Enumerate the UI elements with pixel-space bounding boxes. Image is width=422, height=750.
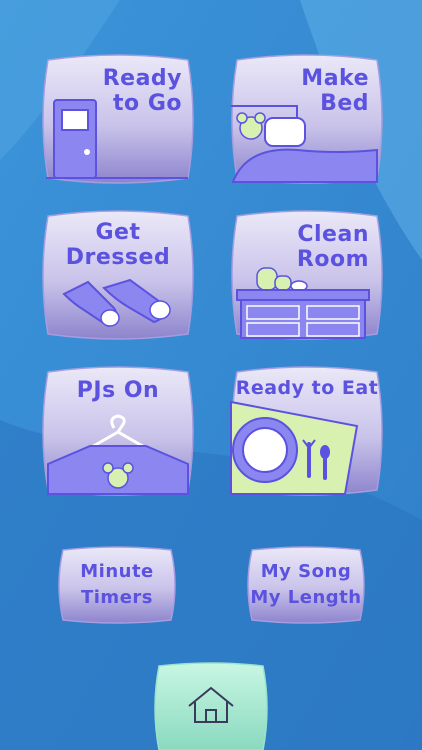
tile-ready-to-go-label: Ready to Go — [103, 66, 182, 117]
tile-pjs-on-label: PJs On — [38, 378, 198, 403]
tile-ready-to-eat-label: Ready to Eat — [227, 377, 387, 400]
label-line: My Song — [260, 561, 352, 582]
label-line: Clean — [297, 222, 369, 247]
minute-timers-label: Minute Timers — [55, 559, 179, 611]
tile-make-bed[interactable]: Make Bed — [227, 54, 387, 184]
tile-ready-to-eat[interactable]: Ready to Eat — [227, 366, 387, 496]
label-line: Dressed — [65, 245, 171, 271]
label-line: My Length — [250, 587, 362, 609]
label-line: PJs On — [76, 378, 160, 403]
my-song-label: My Song My Length — [244, 559, 368, 611]
label-line: Get — [95, 220, 141, 245]
tile-make-bed-label: Make Bed — [301, 66, 369, 117]
label-line: Bed — [320, 91, 369, 117]
label-line: Ready to Eat — [235, 377, 379, 399]
label-line: Make — [301, 66, 369, 91]
tile-get-dressed[interactable]: Get Dressed — [38, 210, 198, 340]
tile-clean-room[interactable]: Clean Room — [227, 210, 387, 340]
label-line: Room — [296, 247, 369, 273]
label-line: Minute — [80, 561, 154, 582]
tile-pjs-on[interactable]: PJs On — [38, 366, 198, 496]
home-button-shape — [154, 662, 268, 750]
home-button[interactable] — [151, 662, 271, 750]
my-song-my-length-button[interactable]: My Song My Length — [244, 546, 368, 624]
label-line: Ready — [102, 66, 182, 91]
label-line: to Go — [113, 91, 182, 117]
tile-clean-room-label: Clean Room — [297, 222, 369, 273]
label-line: Timers — [80, 587, 153, 609]
tile-get-dressed-label: Get Dressed — [38, 220, 198, 271]
tile-ready-to-go[interactable]: Ready to Go — [38, 54, 198, 184]
minute-timers-button[interactable]: Minute Timers — [55, 546, 179, 624]
